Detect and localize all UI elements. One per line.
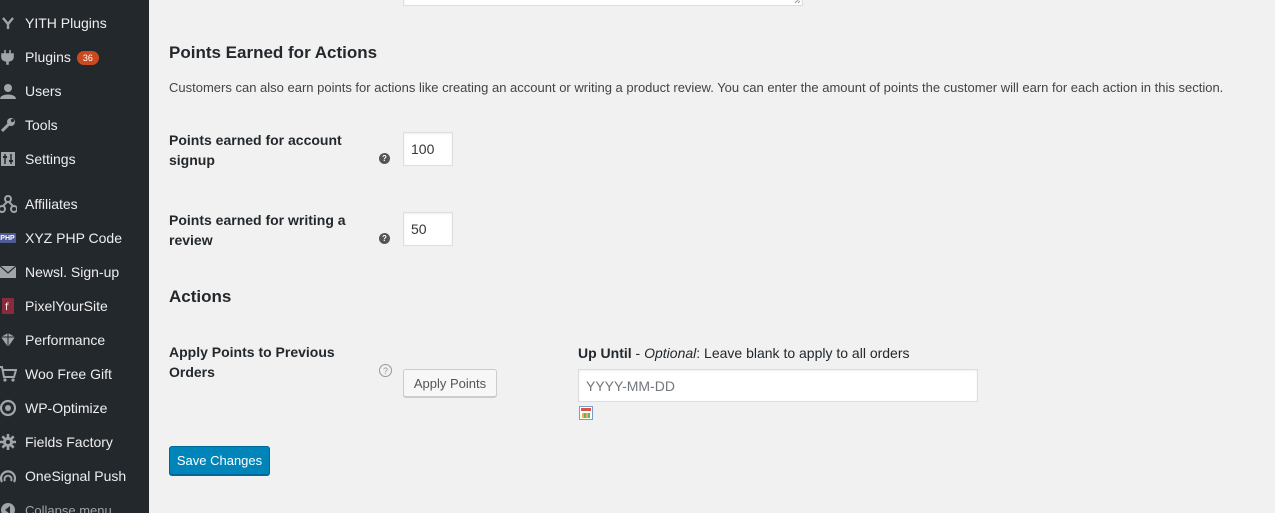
resize-grip-icon[interactable] <box>793 0 801 4</box>
sidebar-item-plugins[interactable]: Plugins 36 <box>0 40 149 74</box>
collapse-icon <box>0 500 18 513</box>
sidebar-item-label: Tools <box>25 117 58 133</box>
php-icon-text: PHP <box>0 234 15 242</box>
sidebar-item-fields-factory[interactable]: Fields Factory <box>0 425 149 459</box>
sidebar-item-label: Newsl. Sign-up <box>25 264 120 280</box>
php-icon: PHP <box>0 233 16 243</box>
sidebar-item-label: OneSignal Push <box>25 468 127 484</box>
sidebar-item-label: Fields Factory <box>25 434 113 450</box>
settings-icon <box>0 149 18 169</box>
svg-text:f: f <box>5 302 9 313</box>
sidebar-item-label: Collapse menu <box>25 502 112 513</box>
help-icon[interactable]: ? <box>379 153 390 164</box>
sidebar-item-label: XYZ PHP Code <box>25 230 123 246</box>
yith-icon <box>0 13 18 33</box>
gear-icon <box>0 432 18 452</box>
users-icon <box>0 81 18 101</box>
sidebar-item-label: Affiliates <box>25 196 78 212</box>
help-icon[interactable]: ? <box>379 364 392 377</box>
onesignal-icon <box>0 466 18 486</box>
section-title-points-actions: Points Earned for Actions <box>169 43 378 62</box>
sidebar-item-label: Settings <box>25 151 76 167</box>
help-icon[interactable]: ? <box>379 233 390 244</box>
sidebar-item-label: Plugins <box>25 48 71 65</box>
affiliates-icon <box>0 194 18 214</box>
sidebar-item-label: Users <box>25 83 62 99</box>
sidebar-item-users[interactable]: Users <box>0 74 149 108</box>
signup-points-input[interactable]: 100 <box>403 132 453 166</box>
plugin-icon <box>0 47 18 67</box>
message-textarea[interactable] <box>403 0 803 6</box>
sidebar-item-woo-free-gift[interactable]: Woo Free Gift <box>0 357 149 391</box>
sidebar-item-label: WP-Optimize <box>25 400 108 416</box>
sidebar-item-xyz-php-code[interactable]: PHP XYZ PHP Code <box>0 221 149 255</box>
cart-icon <box>0 364 18 384</box>
up-until-date-input[interactable]: YYYY-MM-DD <box>578 369 978 402</box>
up-until-label-optional: Optional <box>644 345 697 361</box>
sidebar-item-label: YITH Plugins <box>25 15 107 31</box>
sidebar-item-label: Woo Free Gift <box>25 366 112 382</box>
update-count-badge: 36 <box>76 51 99 66</box>
section-title-actions: Actions <box>169 287 232 306</box>
apply-points-label: Apply Points to Previous Orders <box>169 344 335 380</box>
mail-icon <box>0 262 18 282</box>
apply-points-button[interactable]: Apply Points <box>403 369 497 397</box>
collapse-menu-button[interactable]: Collapse menu <box>0 493 149 513</box>
sidebar-item-settings[interactable]: Settings <box>0 142 149 176</box>
sidebar-item-newsl-sign-up[interactable]: Newsl. Sign-up <box>0 255 149 289</box>
save-changes-button[interactable]: Save Changes <box>169 446 270 475</box>
sidebar-item-label: PixelYourSite <box>25 298 108 314</box>
wrench-icon <box>0 115 18 135</box>
performance-icon <box>0 330 18 350</box>
pixelyoursite-icon: f <box>0 296 18 316</box>
calendar-icon[interactable] <box>579 406 593 420</box>
up-until-label-hint: : Leave blank to apply to all orders <box>696 345 910 361</box>
sidebar-item-affiliates[interactable]: Affiliates <box>0 187 149 221</box>
sidebar-item-pixelyoursite[interactable]: f PixelYourSite <box>0 289 149 323</box>
sidebar-item-label: Performance <box>25 332 106 348</box>
sidebar-item-wp-optimize[interactable]: WP-Optimize <box>0 391 149 425</box>
section-description: Customers can also earn points for actio… <box>169 80 1224 95</box>
up-until-label-separator: - <box>631 345 645 361</box>
wp-optimize-icon <box>0 398 18 418</box>
review-points-input[interactable]: 50 <box>403 212 453 246</box>
review-points-label: Points earned for writing a review <box>169 212 346 248</box>
up-until-label-bold: Up Until <box>578 345 632 361</box>
signup-points-label: Points earned for account signup <box>169 132 342 168</box>
admin-sidebar: YITH Plugins Plugins 36 Users Tools Setti… <box>0 0 149 513</box>
up-until-label: Up Until - Optional: Leave blank to appl… <box>578 345 910 361</box>
sidebar-item-yith-plugins[interactable]: YITH Plugins <box>0 6 149 40</box>
sidebar-item-performance[interactable]: Performance <box>0 323 149 357</box>
sidebar-item-tools[interactable]: Tools <box>0 108 149 142</box>
sidebar-item-onesignal-push[interactable]: OneSignal Push <box>0 459 149 493</box>
